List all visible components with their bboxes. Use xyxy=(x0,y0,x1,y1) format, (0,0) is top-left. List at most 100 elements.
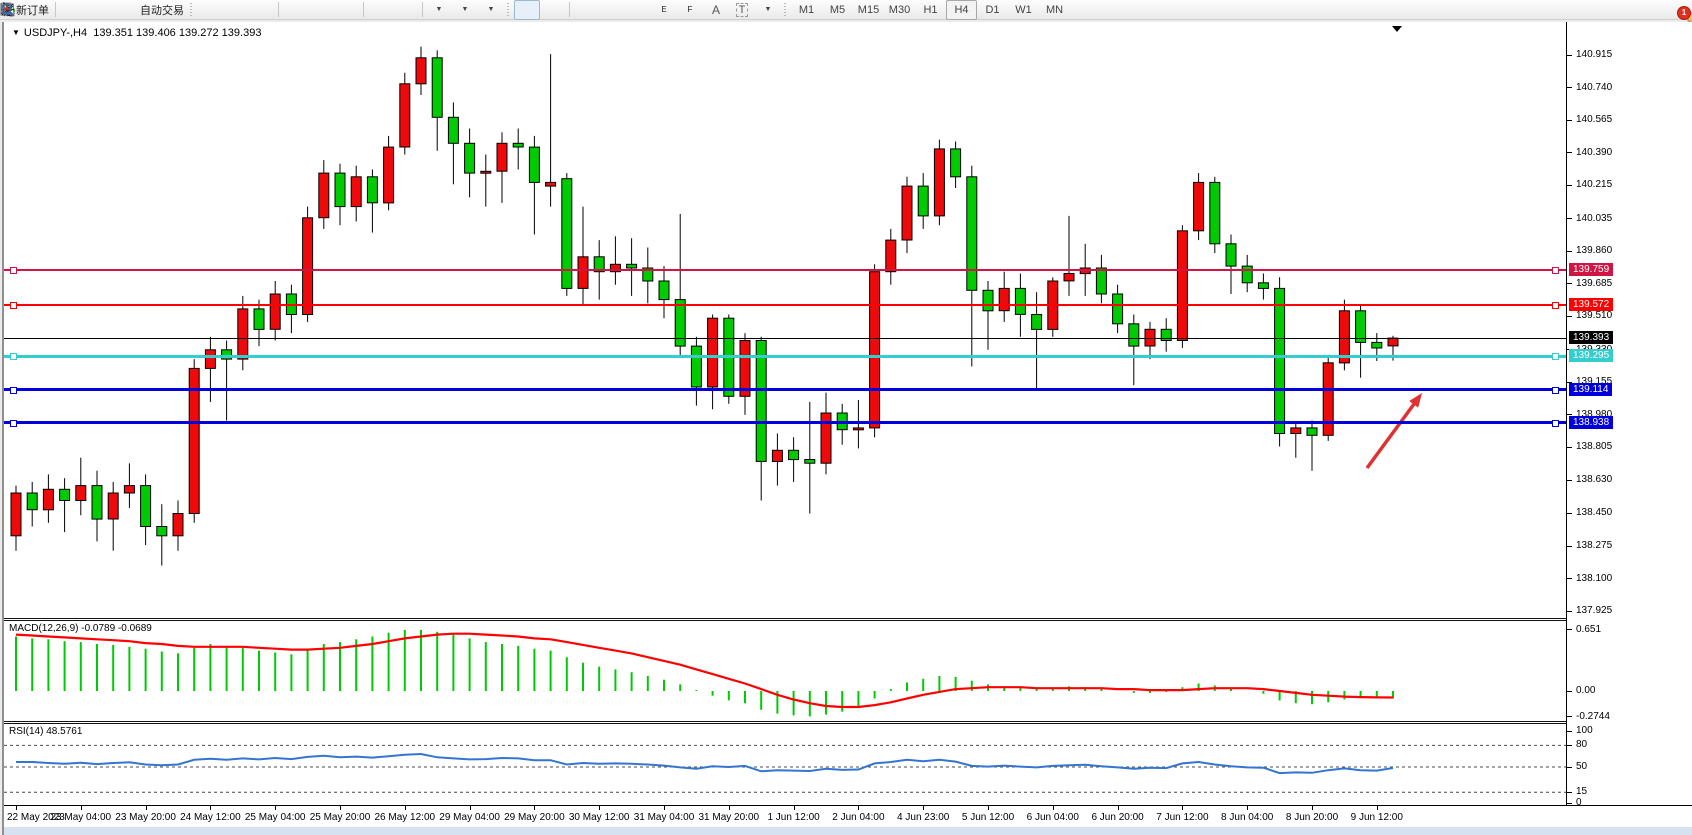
macd-pane-surface[interactable] xyxy=(4,621,1566,721)
date-tick-label: 6 Jun 20:00 xyxy=(1085,812,1151,823)
vertical-line-button[interactable] xyxy=(573,0,599,20)
tf-button-h1[interactable]: H1 xyxy=(915,0,946,20)
cursor-button[interactable] xyxy=(514,0,540,20)
toolbar-grip xyxy=(507,3,511,17)
tf-button-mn[interactable]: MN xyxy=(1039,0,1070,20)
horizontal-line-button[interactable] xyxy=(599,0,625,20)
tf-button-h4[interactable]: H4 xyxy=(946,0,977,20)
hline-handle-left[interactable] xyxy=(10,420,17,427)
text-button[interactable]: A xyxy=(703,0,729,20)
sounds-button[interactable] xyxy=(111,0,137,20)
date-tick-mark xyxy=(1118,806,1119,810)
bar-chart-button[interactable] xyxy=(197,0,223,20)
price-tick-mark xyxy=(1567,546,1572,547)
macd-histogram xyxy=(16,630,1393,717)
date-tick-mark xyxy=(858,806,859,810)
fibo-letter: F xyxy=(688,5,693,14)
time-marker-triangle-icon[interactable] xyxy=(1392,26,1402,32)
ohlc-readout: 139.351 139.406 139.272 139.393 xyxy=(93,27,261,39)
zoom-in-button[interactable] xyxy=(282,0,308,20)
date-axis[interactable]: 22 May 202323 May 04:0023 May 20:0024 Ma… xyxy=(4,805,1692,827)
price-tick-mark xyxy=(1567,316,1572,317)
date-tick-label: 1 Jun 12:00 xyxy=(761,812,827,823)
rsi-line xyxy=(16,754,1393,773)
date-tick-label: 23 May 20:00 xyxy=(113,812,179,823)
collapse-marker-icon[interactable]: ▼ xyxy=(12,28,20,37)
candlestick-chart-button[interactable] xyxy=(223,0,249,20)
rsi-pane-surface[interactable] xyxy=(4,724,1566,805)
tf-button-m5[interactable]: M5 xyxy=(822,0,853,20)
zoom-out-button[interactable] xyxy=(308,0,334,20)
hline-139.572[interactable] xyxy=(4,304,1566,306)
new-order-label: 新订单 xyxy=(16,2,49,18)
hline-handle-left[interactable] xyxy=(10,302,17,309)
label-tool-glyph: T xyxy=(736,3,749,17)
hline-handle-right[interactable] xyxy=(1552,387,1559,394)
channel-letter: E xyxy=(661,5,666,14)
tf-button-m30[interactable]: M30 xyxy=(884,0,915,20)
new-order-button[interactable]: 新订单 xyxy=(13,0,52,20)
bid-price-flag: 139.393 xyxy=(1569,331,1613,344)
tile-windows-button[interactable] xyxy=(334,0,360,20)
chart-shift-button[interactable] xyxy=(393,0,419,20)
tf-button-w1[interactable]: W1 xyxy=(1008,0,1039,20)
hline-handle-right[interactable] xyxy=(1552,302,1559,309)
autotrading-button[interactable]: 自动交易 xyxy=(137,0,187,20)
hline-139.393[interactable] xyxy=(4,338,1566,339)
main-chart-surface[interactable] xyxy=(4,22,1566,618)
price-tick-mark xyxy=(1567,611,1572,612)
date-tick-mark xyxy=(16,806,17,810)
date-tick-mark xyxy=(664,806,665,810)
tf-button-m15[interactable]: M15 xyxy=(853,0,884,20)
hline-handle-left[interactable] xyxy=(10,267,17,274)
hline-138.938[interactable] xyxy=(4,421,1566,424)
trendline-button[interactable] xyxy=(625,0,651,20)
price-tick-label: 140.390 xyxy=(1576,147,1612,158)
hline-139.295[interactable] xyxy=(4,355,1566,358)
date-tick-label: 23 May 04:00 xyxy=(48,812,114,823)
date-tick-mark xyxy=(275,806,276,810)
indicators-button[interactable]: ▼ xyxy=(426,0,452,20)
text-label-button[interactable]: T xyxy=(729,0,755,20)
toolbar-grip xyxy=(784,3,788,17)
price-tick-mark xyxy=(1567,480,1572,481)
mt4-terminal: { "toolbar": { "new_order_label": "新订单",… xyxy=(0,0,1692,835)
community-button[interactable] xyxy=(85,0,111,20)
price-tick-label: 140.565 xyxy=(1576,114,1612,125)
price-tick-label: 140.915 xyxy=(1576,49,1612,60)
rsi-tick-mark xyxy=(1567,731,1572,732)
tf-button-m1[interactable]: M1 xyxy=(791,0,822,20)
tf-button-d1[interactable]: D1 xyxy=(977,0,1008,20)
macd-tick-label: 0.651 xyxy=(1576,624,1601,635)
macd-tick-label: 0.00 xyxy=(1576,685,1595,696)
hline-handle-left[interactable] xyxy=(10,387,17,394)
price-tick-label: 138.805 xyxy=(1576,441,1612,452)
hline-handle-left[interactable] xyxy=(10,353,17,360)
search-icon xyxy=(0,2,16,18)
price-tick-mark xyxy=(1567,513,1572,514)
templates-button[interactable]: ▼ xyxy=(478,0,504,20)
toolbar-separator xyxy=(278,2,279,17)
hline-handle-right[interactable] xyxy=(1552,353,1559,360)
price-tick-label: 140.215 xyxy=(1576,179,1612,190)
arrows-button[interactable]: ▼ xyxy=(755,0,781,20)
periods-button[interactable]: ▼ xyxy=(452,0,478,20)
date-tick-mark xyxy=(405,806,406,810)
hline-139.759[interactable] xyxy=(4,269,1566,271)
channel-button[interactable]: E xyxy=(651,0,677,20)
search-button[interactable] xyxy=(1650,0,1676,20)
fibonacci-button[interactable]: F xyxy=(677,0,703,20)
hline-139.114[interactable] xyxy=(4,388,1566,391)
crosshair-button[interactable] xyxy=(540,0,566,20)
line-chart-button[interactable] xyxy=(249,0,275,20)
date-tick-label: 25 May 20:00 xyxy=(307,812,373,823)
date-tick-label: 2 Jun 04:00 xyxy=(825,812,891,823)
paint-bucket-button[interactable] xyxy=(59,0,85,20)
arrow-annotation[interactable] xyxy=(1367,393,1422,468)
hline-handle-right[interactable] xyxy=(1552,420,1559,427)
auto-scroll-button[interactable] xyxy=(367,0,393,20)
price-tick-label: 138.450 xyxy=(1576,507,1612,518)
rsi-tick-label: 15 xyxy=(1576,786,1587,797)
hline-handle-right[interactable] xyxy=(1552,267,1559,274)
text-tool-glyph: A xyxy=(712,3,720,17)
